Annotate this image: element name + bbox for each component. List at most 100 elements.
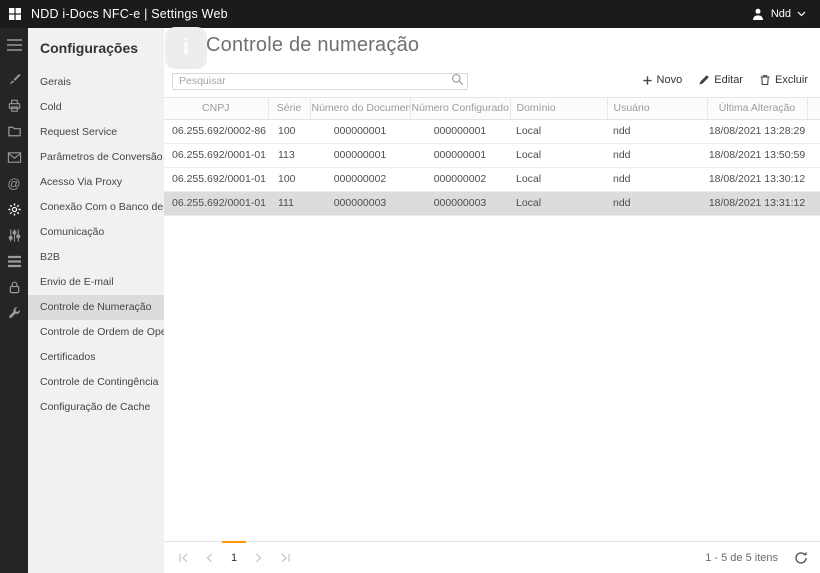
at-icon[interactable]: @ [0,170,28,196]
table-cell: Local [510,167,607,191]
sidebar-item[interactable]: Conexão Com o Banco de Dados [28,195,164,220]
table-cell: ndd [607,167,707,191]
menu-icon[interactable] [0,32,28,58]
table-cell: 06.255.692/0002-86 [164,119,268,143]
wrench-icon[interactable] [0,300,28,326]
search-icon[interactable] [451,73,464,86]
user-icon [751,7,765,21]
table-cell: ndd [607,143,707,167]
table-cell-filler [807,167,820,191]
sidebar-item[interactable]: Certificados [28,345,164,370]
gear-icon[interactable] [0,196,28,222]
table-cell: 100 [268,167,310,191]
table-cell: 000000001 [410,143,510,167]
table-cell: Local [510,143,607,167]
search-box [172,71,468,90]
table-cell: 18/08/2021 13:28:29 [707,119,807,143]
column-header[interactable]: CNPJ [164,97,268,119]
sidebar-item[interactable]: Envio de E-mail [28,270,164,295]
table-cell: 111 [268,191,310,215]
new-button-label: Novo [657,74,683,86]
sidebar-item[interactable]: Configuração de Cache [28,395,164,420]
sidebar-item[interactable]: B2B [28,245,164,270]
grid-header-row: CNPJSérieNúmero do DocumentoNúmero Confi… [164,97,820,119]
column-header[interactable]: Número do Documento [310,97,410,119]
table-cell: 000000003 [310,191,410,215]
column-header[interactable]: Domínio [510,97,607,119]
refresh-icon[interactable] [794,542,808,573]
page-watermark-icon: i [165,27,207,69]
sidebar-item[interactable]: Parâmetros de Conversão [28,145,164,170]
table-row[interactable]: 06.255.692/0001-01100000000002000000002L… [164,167,820,191]
table-cell: 06.255.692/0001-01 [164,191,268,215]
table-cell: 18/08/2021 13:50:59 [707,143,807,167]
new-button[interactable]: Novo [642,74,683,86]
mail-icon[interactable] [0,144,28,170]
pager: 1 1 - 5 de 5 itens [164,541,820,573]
icon-rail: @ [0,28,28,573]
next-page-button[interactable] [246,542,272,573]
table-cell: 000000003 [410,191,510,215]
table-cell: ndd [607,191,707,215]
printer-icon[interactable] [0,92,28,118]
edit-button[interactable]: Editar [698,74,743,86]
pencil-icon [698,74,710,86]
table-row[interactable]: 06.255.692/0001-01111000000003000000003L… [164,191,820,215]
table-cell: 18/08/2021 13:31:12 [707,191,807,215]
sidebar-item[interactable]: Controle de Ordem de Operação [28,320,164,345]
column-header[interactable]: Número Configurado [410,97,510,119]
chevron-down-icon [797,11,806,17]
search-input[interactable] [172,73,468,90]
sidebar-item[interactable]: Controle de Numeração [28,295,164,320]
sliders-icon[interactable] [0,222,28,248]
table-cell: 113 [268,143,310,167]
sidebar-item[interactable]: Cold [28,95,164,120]
table-cell: 000000002 [310,167,410,191]
table-cell-filler [807,143,820,167]
grid-toolbar: Novo Editar Excluir [164,68,820,90]
first-page-button[interactable] [170,542,196,573]
table-cell: 18/08/2021 13:30:12 [707,167,807,191]
table-cell: 06.255.692/0001-01 [164,167,268,191]
column-header-filler [807,97,820,119]
app-title: NDD i-Docs NFC-e | Settings Web [31,7,228,21]
column-header[interactable]: Usuário [607,97,707,119]
sidebar-item[interactable]: Comunicação [28,220,164,245]
sidebar-title: Configurações [28,28,164,70]
pager-info: 1 - 5 de 5 itens [705,542,778,573]
lock-icon[interactable] [0,274,28,300]
table-cell: Local [510,119,607,143]
sidebar-item[interactable]: Request Service [28,120,164,145]
sidebar-item[interactable]: Controle de Contingência [28,370,164,395]
edit-button-label: Editar [714,74,743,86]
table-row[interactable]: 06.255.692/0001-01113000000001000000001L… [164,143,820,167]
table-cell: ndd [607,119,707,143]
user-menu[interactable]: Ndd [751,7,820,21]
column-header[interactable]: Última Alteração [707,97,807,119]
last-page-button[interactable] [272,542,298,573]
plus-icon [642,75,653,86]
sidebar-item[interactable]: Gerais [28,70,164,95]
sidebar: Configurações GeraisColdRequest ServiceP… [28,28,164,573]
column-header[interactable]: Série [268,97,310,119]
table-cell: 000000001 [310,143,410,167]
list-icon[interactable] [0,248,28,274]
table-cell-filler [807,191,820,215]
table-cell: Local [510,191,607,215]
delete-button[interactable]: Excluir [759,74,808,86]
app-launcher-icon[interactable] [8,7,22,21]
page-number[interactable]: 1 [222,541,246,573]
delete-button-label: Excluir [775,74,808,86]
table-row[interactable]: 06.255.692/0002-86100000000001000000001L… [164,119,820,143]
data-grid: CNPJSérieNúmero do DocumentoNúmero Confi… [164,97,820,216]
table-cell: 000000001 [410,119,510,143]
table-cell: 000000002 [410,167,510,191]
table-cell: 06.255.692/0001-01 [164,143,268,167]
folder-icon[interactable] [0,118,28,144]
trash-icon [759,74,771,86]
sidebar-item[interactable]: Acesso Via Proxy [28,170,164,195]
brush-icon[interactable] [0,66,28,92]
prev-page-button[interactable] [196,542,222,573]
user-name: Ndd [771,8,791,20]
table-cell-filler [807,119,820,143]
